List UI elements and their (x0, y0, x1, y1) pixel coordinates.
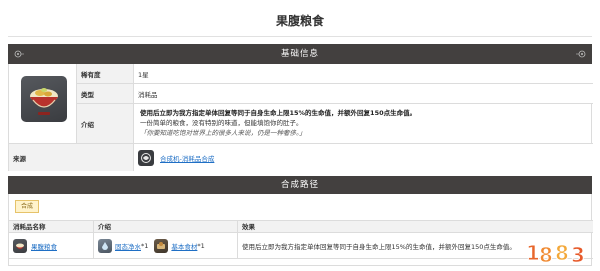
svg-text:3: 3 (571, 243, 585, 267)
column-name-header: 消耗品名称 (9, 220, 94, 233)
intro-effect: 使用后立即为我方指定单体回复等同于自身生命上限15%的生命值，并额外回复150点… (140, 109, 417, 117)
item-image-cell (9, 64, 77, 144)
svg-text:1: 1 (526, 241, 540, 265)
svg-text:8: 8 (555, 241, 569, 265)
intro-label: 介绍 (77, 104, 134, 144)
food-bowl-thumb-icon (13, 238, 27, 253)
ornament-left-icon (14, 50, 24, 58)
column-intro-header: 介绍 (94, 220, 238, 233)
solid-water-icon (98, 238, 112, 253)
recipe-header: 合成路径 (8, 176, 592, 194)
recipe-title: 合成路径 (280, 180, 319, 190)
material-link[interactable]: 固态净水 (115, 241, 141, 251)
type-label: 类型 (77, 84, 134, 104)
material-count: *1 (197, 241, 205, 250)
material-item: 基本食材 *1 (154, 238, 205, 253)
recipe-name-cell: 果腹粮食 (9, 233, 94, 259)
recipe-materials-cell: 固态净水 *1 基本食材 *1 (94, 233, 238, 259)
synthesizer-icon (138, 149, 154, 166)
source-label: 来源 (9, 144, 134, 171)
rarity-label: 稀有度 (77, 64, 134, 84)
material-link[interactable]: 基本食材 (171, 241, 197, 251)
food-bowl-icon (21, 76, 67, 122)
intro-quote: 「你要知道吃饱对世界上的很多人来说，仍是一种奢侈。」 (140, 129, 306, 137)
basic-ingredient-icon (154, 238, 169, 253)
recipe-section: 合成 消耗品名称 介绍 效果 果腹粮食 固态净水 *1 基本食材 *1 使用后立… (8, 194, 593, 266)
material-count: *1 (141, 241, 149, 250)
source-value: 合成机-消耗品合成 (134, 144, 593, 171)
type-value: 消耗品 (134, 84, 593, 104)
title-divider (8, 36, 592, 37)
svg-text:8: 8 (539, 243, 553, 267)
intro-text: 一份简单的粮食，没有特别的味道，但能填饱你的肚子。 (140, 119, 303, 127)
basic-info-header: 基础信息 (8, 44, 592, 64)
ornament-right-icon (576, 50, 586, 58)
intro-description: 使用后立即为我方指定单体回复等同于自身生命上限15%的生命值，并额外回复150点… (134, 104, 593, 144)
material-item: 固态净水 *1 (98, 238, 149, 253)
1883-logo-icon: 1 8 8 3 (524, 235, 594, 269)
recipe-item-link[interactable]: 果腹粮食 (31, 241, 57, 251)
basic-info-table: 稀有度 1星 类型 消耗品 介绍 使用后立即为我方指定单体回复等同于自身生命上限… (8, 64, 593, 171)
rarity-value: 1星 (134, 64, 593, 84)
source-link[interactable]: 合成机-消耗品合成 (160, 153, 214, 163)
recipe-tab[interactable]: 合成 (15, 200, 40, 213)
basic-info-title: 基础信息 (280, 49, 319, 59)
page-title: 果腹粮食 (275, 14, 324, 28)
column-effect-header: 效果 (238, 220, 593, 233)
